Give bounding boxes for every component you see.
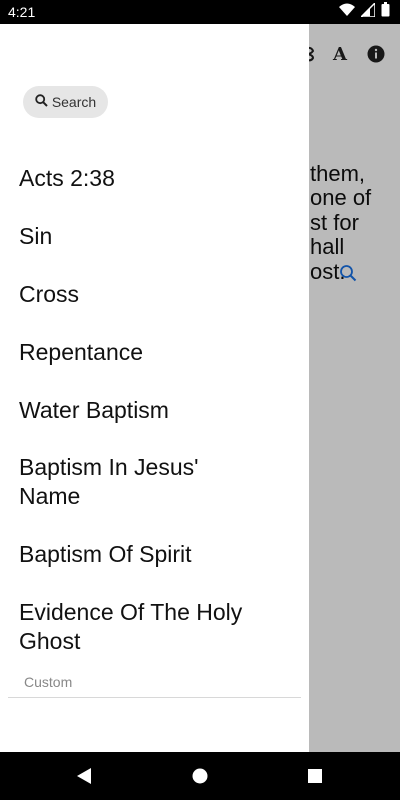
status-icons [339, 0, 390, 22]
drawer-item-cross[interactable]: Cross [19, 280, 279, 309]
screen: 4:21 A them, one of st for hall ost. Sea… [0, 0, 400, 800]
drawer-item-water-baptism[interactable]: Water Baptism [19, 396, 279, 425]
drawer-item-baptism-in-jesus-name[interactable]: Baptism In Jesus' Name [19, 453, 249, 511]
drawer-item-acts-2-38[interactable]: Acts 2:38 [19, 164, 279, 193]
search-button[interactable]: Search [23, 86, 108, 118]
status-time: 4:21 [8, 4, 36, 20]
drawer-item-repentance[interactable]: Repentance [19, 338, 279, 367]
drawer-item-baptism-of-spirit[interactable]: Baptism Of Spirit [19, 540, 279, 569]
home-icon[interactable] [190, 766, 210, 786]
search-label: Search [51, 94, 97, 110]
status-bar: 4:21 [0, 0, 400, 24]
divider [8, 697, 301, 698]
search-icon [35, 94, 48, 110]
battery-icon [381, 2, 390, 22]
wifi-icon [339, 3, 355, 22]
section-label-custom: Custom [24, 674, 73, 690]
system-nav-bar [0, 752, 400, 800]
recents-icon[interactable] [305, 766, 325, 786]
drawer-item-sin[interactable]: Sin [19, 222, 279, 251]
drawer-item-evidence-of-holy-ghost[interactable]: Evidence Of The Holy Ghost [19, 598, 269, 656]
navigation-drawer: Search Acts 2:38 Sin Cross Repentance Wa… [0, 24, 309, 752]
back-icon[interactable] [74, 766, 94, 786]
signal-icon [359, 0, 376, 22]
